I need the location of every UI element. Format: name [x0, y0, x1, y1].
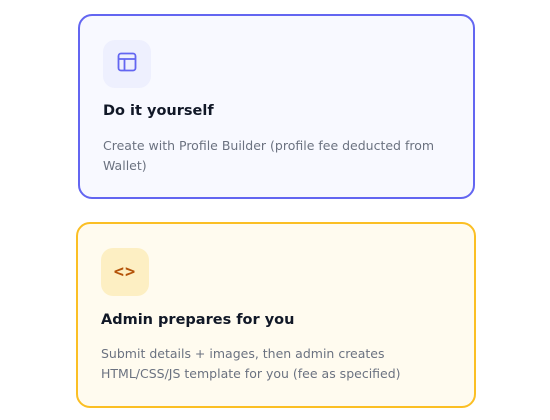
- option-description: Submit details + images, then admin crea…: [101, 346, 401, 381]
- option-description: Create with Profile Builder (profile fee…: [103, 138, 435, 173]
- code-icon: <>: [113, 262, 137, 282]
- option-card-admin-prepares[interactable]: <> Admin prepares for you Submit details…: [76, 222, 476, 408]
- icon-container: [103, 40, 151, 88]
- option-title: Admin prepares for you: [101, 312, 295, 328]
- icon-container: <>: [101, 248, 149, 296]
- option-title: Do it yourself: [103, 103, 214, 119]
- option-card-do-it-yourself[interactable]: Do it yourself Create with Profile Build…: [78, 14, 475, 199]
- layout-icon: [116, 51, 138, 77]
